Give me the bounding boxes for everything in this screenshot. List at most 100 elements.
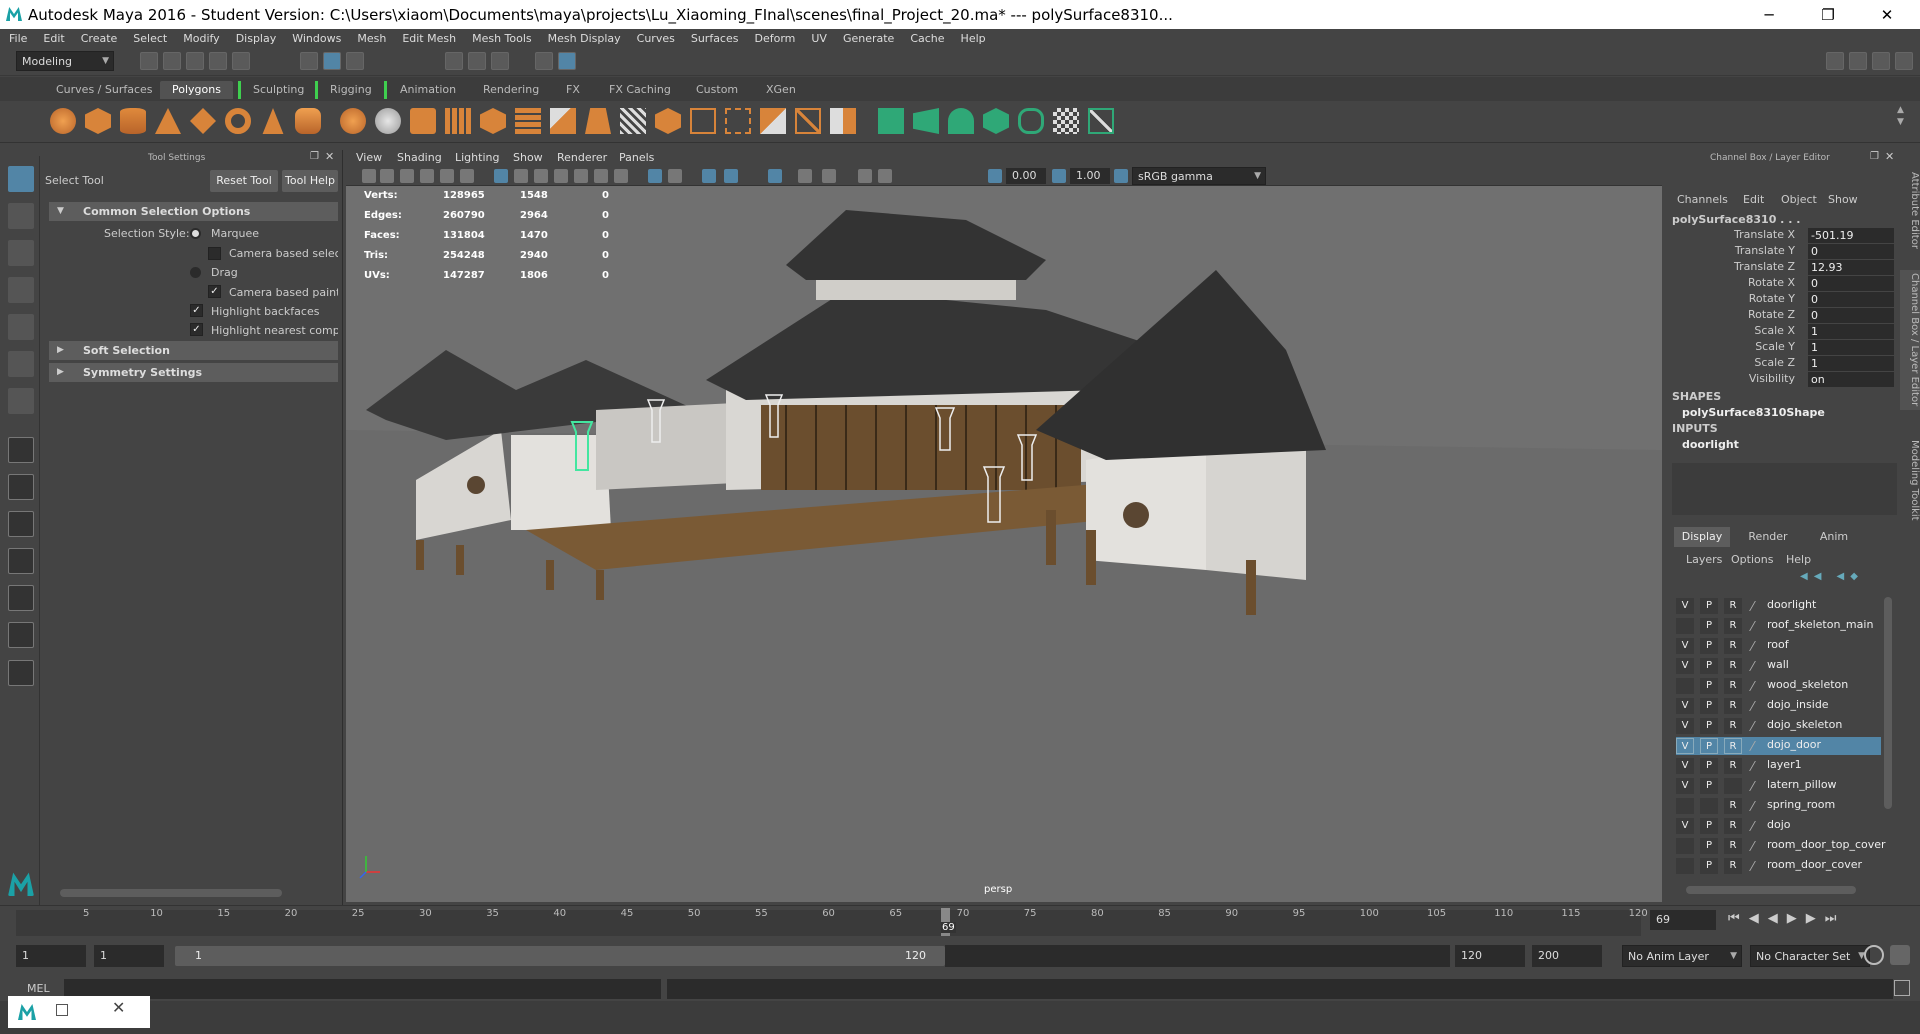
playback-toggle[interactable]: P bbox=[1700, 678, 1718, 694]
menu-mesh-display[interactable]: Mesh Display bbox=[539, 32, 628, 45]
poly-cylinder-icon[interactable] bbox=[120, 108, 146, 134]
exposure-field[interactable]: 0.00 bbox=[1006, 168, 1046, 184]
preferences-icon[interactable] bbox=[1890, 945, 1910, 965]
visibility-toggle[interactable]: V bbox=[1676, 778, 1694, 794]
hypershade-icon[interactable] bbox=[558, 52, 576, 70]
channel-scale-x[interactable]: Scale X 1 bbox=[1670, 324, 1895, 340]
marquee-radio[interactable] bbox=[190, 228, 201, 239]
playback-toggle[interactable]: P bbox=[1700, 718, 1718, 734]
save-scene-icon[interactable] bbox=[186, 52, 204, 70]
range-slider[interactable]: 1 120 bbox=[175, 946, 945, 966]
layer-name[interactable]: latern_pillow bbox=[1767, 778, 1837, 791]
grease-pencil-icon[interactable] bbox=[822, 169, 836, 183]
visibility-toggle[interactable]: V bbox=[1676, 818, 1694, 834]
uv-planar-icon[interactable] bbox=[878, 108, 904, 134]
vp-menu-renderer[interactable]: Renderer bbox=[557, 151, 607, 164]
maximize-button[interactable]: ❐ bbox=[1805, 0, 1851, 29]
exposure-icon[interactable] bbox=[988, 169, 1002, 183]
gamma-field[interactable]: 1.00 bbox=[1070, 168, 1110, 184]
shelf-scroll-icon[interactable]: ▲ ▼ bbox=[1897, 104, 1904, 128]
single-perspective-layout-icon[interactable] bbox=[8, 437, 34, 463]
lasso-tool-icon[interactable] bbox=[8, 203, 34, 229]
render-view-icon[interactable] bbox=[535, 52, 553, 70]
playback-toggle[interactable]: P bbox=[1700, 838, 1718, 854]
four-view-layout-icon[interactable] bbox=[8, 474, 34, 500]
shelf-tab-sculpting[interactable]: Sculpting bbox=[238, 81, 316, 99]
channel-translate-z[interactable]: Translate Z 12.93 bbox=[1670, 260, 1895, 276]
character-set-dropdown[interactable]: No Character Set ▼ bbox=[1750, 945, 1870, 967]
smooth-shade-icon[interactable] bbox=[514, 169, 528, 183]
visibility-toggle[interactable]: V bbox=[1676, 698, 1694, 714]
reference-toggle[interactable]: R bbox=[1724, 638, 1742, 654]
visibility-toggle[interactable]: V bbox=[1676, 758, 1694, 774]
scale-tool-icon[interactable] bbox=[8, 351, 34, 377]
layer-menu-options[interactable]: Options bbox=[1731, 553, 1773, 566]
playback-toggle[interactable]: P bbox=[1700, 598, 1718, 614]
layer-name[interactable]: roof bbox=[1767, 638, 1789, 651]
custom-layout-icon[interactable] bbox=[8, 660, 34, 686]
reset-tool-button[interactable]: Reset Tool bbox=[210, 170, 278, 192]
menu-display[interactable]: Display bbox=[227, 32, 284, 45]
menu-mesh-tools[interactable]: Mesh Tools bbox=[463, 32, 539, 45]
mel-input[interactable] bbox=[64, 979, 661, 999]
layout-icon-1[interactable] bbox=[1826, 52, 1844, 70]
layer-vertical-scrollbar[interactable] bbox=[1884, 597, 1892, 809]
common-selection-options-header[interactable]: ▼ Common Selection Options bbox=[49, 202, 338, 221]
channel-value[interactable]: 0 bbox=[1808, 292, 1894, 307]
xray-icon[interactable] bbox=[614, 169, 628, 183]
layer-row[interactable]: Rspring_room bbox=[1676, 797, 1881, 815]
menu-generate[interactable]: Generate bbox=[834, 32, 901, 45]
layer-name[interactable]: dojo bbox=[1767, 818, 1791, 831]
reference-toggle[interactable]: R bbox=[1724, 858, 1742, 874]
wireframe-icon[interactable] bbox=[494, 169, 508, 183]
uv-layout-icon[interactable] bbox=[1053, 108, 1079, 134]
use-all-lights-icon[interactable] bbox=[574, 169, 588, 183]
shape-node[interactable]: polySurface8310Shape bbox=[1682, 406, 1825, 419]
bridge-icon[interactable] bbox=[515, 108, 541, 134]
playback-controls[interactable]: ⏮◀◀▶▶⏭ bbox=[1728, 911, 1845, 926]
menu-surfaces[interactable]: Surfaces bbox=[682, 32, 746, 45]
close-button[interactable]: ✕ bbox=[1864, 0, 1910, 29]
channel-value[interactable]: 1 bbox=[1808, 356, 1894, 371]
shadows-icon[interactable] bbox=[594, 169, 608, 183]
minimized-window-tab[interactable]: ✕ bbox=[8, 996, 150, 1028]
script-editor-icon[interactable] bbox=[1894, 980, 1910, 996]
shelf-tab-custom[interactable]: Custom bbox=[684, 81, 750, 99]
motion-blur-icon[interactable] bbox=[702, 169, 716, 183]
channel-scale-y[interactable]: Scale Y 1 bbox=[1670, 340, 1895, 356]
shelf-tab-fx[interactable]: FX bbox=[554, 81, 592, 99]
shelf-tab-xgen[interactable]: XGen bbox=[754, 81, 808, 99]
reference-toggle[interactable]: R bbox=[1724, 818, 1742, 834]
poly-torus-icon[interactable] bbox=[225, 108, 251, 134]
layer-name[interactable]: roof_skeleton_main bbox=[1767, 618, 1873, 631]
layer-menu-layers[interactable]: Layers bbox=[1686, 553, 1722, 566]
layer-row[interactable]: V P Rdojo bbox=[1676, 817, 1881, 835]
layer-name[interactable]: room_door_top_cover bbox=[1767, 838, 1886, 851]
visibility-toggle[interactable] bbox=[1676, 678, 1694, 694]
vp-menu-lighting[interactable]: Lighting bbox=[455, 151, 499, 164]
shelf-tab-polygons[interactable]: Polygons bbox=[160, 81, 233, 99]
layer-row[interactable]: V P Rroof bbox=[1676, 637, 1881, 655]
offset-edge-loop-icon[interactable] bbox=[690, 108, 716, 134]
new-scene-icon[interactable] bbox=[140, 52, 158, 70]
close-panel-icon[interactable]: ✕ bbox=[1885, 150, 1894, 163]
minimize-button[interactable]: ─ bbox=[1746, 0, 1792, 29]
range-end-field[interactable]: 120 bbox=[1455, 945, 1525, 967]
hypershade-layout-icon[interactable] bbox=[8, 585, 34, 611]
reference-toggle[interactable]: R bbox=[1724, 838, 1742, 854]
reference-toggle[interactable]: R bbox=[1724, 758, 1742, 774]
playblast-icon[interactable] bbox=[878, 169, 892, 183]
layout-icon-4[interactable] bbox=[1895, 52, 1913, 70]
start-frame-field[interactable]: 1 bbox=[16, 945, 86, 967]
cb-object-name[interactable]: polySurface8310 . . . bbox=[1672, 213, 1800, 226]
vp-menu-shading[interactable]: Shading bbox=[397, 151, 442, 164]
visibility-toggle[interactable] bbox=[1676, 798, 1694, 814]
menu-modify[interactable]: Modify bbox=[174, 32, 226, 45]
render-current-frame-icon[interactable] bbox=[445, 52, 463, 70]
layer-name[interactable]: wood_skeleton bbox=[1767, 678, 1848, 691]
highlight-backfaces-checkbox[interactable]: ✓ bbox=[190, 304, 203, 317]
isolate-select-icon[interactable] bbox=[648, 169, 662, 183]
reference-toggle[interactable]: R bbox=[1724, 698, 1742, 714]
mirror-icon[interactable] bbox=[760, 108, 786, 134]
layout-icon-2[interactable] bbox=[1849, 52, 1867, 70]
